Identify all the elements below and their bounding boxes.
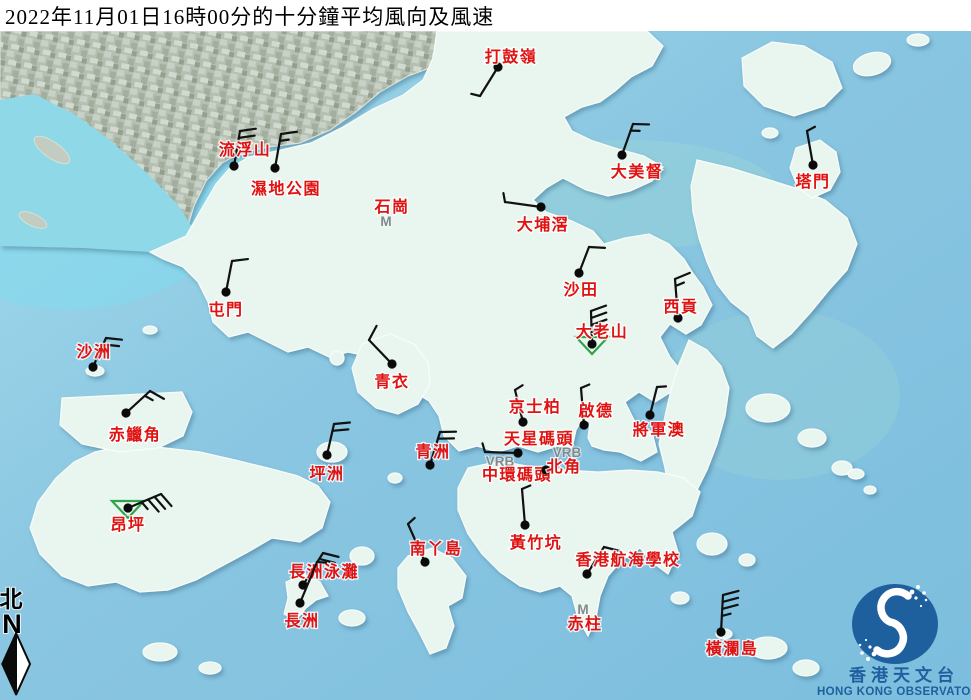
land-mirs-bay-island <box>907 34 929 46</box>
wind-map-screen: 打鼓嶺流浮山濕地公園M石崗大美督大埔滘塔門屯門沙洲赤鱲角青衣青洲坪洲昂坪京士柏啟… <box>0 0 971 700</box>
station-label: 石崗 <box>373 197 409 216</box>
station-dot <box>229 161 238 170</box>
station-label: 流浮山 <box>219 140 272 159</box>
station-label: 打鼓嶺 <box>485 47 538 66</box>
station-label: 沙洲 <box>76 343 111 361</box>
land-shek-kwu-chau <box>339 610 365 626</box>
map-title: 2022年11月01日16時00分的十分鐘平均風向及風速 <box>0 1 494 31</box>
wind-barb-feather <box>657 386 666 387</box>
station-dot <box>270 163 279 172</box>
station-label: 中環碼頭 <box>482 465 552 484</box>
station-label: 青洲 <box>415 442 450 461</box>
station-label: 香港航海學校 <box>574 550 680 569</box>
station-label: 啟德 <box>578 401 613 420</box>
hko-logo-name-en: HONG KONG OBSERVATORY <box>817 686 971 698</box>
wind-barb-feather <box>589 247 605 248</box>
station-label: 南丫島 <box>410 539 463 558</box>
station-label: 大埔滘 <box>517 215 570 234</box>
land-hei-ling-chau <box>350 547 374 565</box>
station-label: 塔門 <box>795 172 830 191</box>
station-label: 屯門 <box>208 300 243 319</box>
station-label: 黃竹坑 <box>509 533 563 552</box>
station-dot <box>518 417 527 426</box>
station-dot <box>536 202 545 211</box>
station-dot <box>645 410 654 419</box>
station-dot <box>221 287 230 296</box>
wind-barb-feather <box>280 140 289 141</box>
station-label: 赤鱲角 <box>109 425 162 444</box>
station-dot <box>387 359 396 368</box>
land-beaufort-island <box>671 592 689 604</box>
station-dot <box>579 420 588 429</box>
station-dot <box>425 460 434 469</box>
station-label: 坪洲 <box>309 465 344 483</box>
compass-north-letter: N <box>2 609 22 639</box>
station-label: 青衣 <box>374 372 409 391</box>
land-soko-island <box>199 662 221 674</box>
missing-data-label: M <box>380 214 391 229</box>
wind-barb-staff <box>485 452 518 453</box>
land-small-island <box>739 554 755 566</box>
station-label: 大美督 <box>611 162 664 181</box>
land-kau-sai-chau <box>746 394 790 422</box>
station-dot <box>513 448 522 457</box>
wind-barb-feather <box>332 429 348 430</box>
station-label: 西貢 <box>663 298 698 316</box>
station-dot <box>420 557 429 566</box>
land-po-toi-south <box>793 660 819 676</box>
land-jin-island <box>798 429 826 447</box>
station-label: 橫瀾島 <box>706 639 759 658</box>
station-dot <box>582 569 591 578</box>
land-kau-yi-chau <box>388 473 402 483</box>
station-dot <box>88 362 97 371</box>
station-label: 將軍澳 <box>633 420 686 439</box>
station-dot <box>520 520 529 529</box>
land-ninepin <box>864 486 876 494</box>
wind-barb-feather <box>334 423 350 424</box>
land-ma-wan <box>330 351 344 365</box>
land-soko-island <box>143 643 177 661</box>
missing-data-label: M <box>577 602 588 617</box>
title-bar: 2022年11月01日16時00分的十分鐘平均風向及風速 <box>0 0 971 31</box>
station-dot <box>322 450 331 459</box>
station-label: 濕地公園 <box>251 179 321 198</box>
variable-wind-label: VRB <box>553 445 582 460</box>
station-label: 昂坪 <box>110 516 145 534</box>
land-ninepin <box>848 469 864 479</box>
station-label: 北角 <box>546 457 581 476</box>
hong-kong-map: 打鼓嶺流浮山濕地公園M石崗大美督大埔滘塔門屯門沙洲赤鱲角青衣青洲坪洲昂坪京士柏啟… <box>0 0 971 700</box>
station-dot <box>716 627 725 636</box>
station-dot <box>123 503 132 512</box>
land-lung-kwu-chau <box>143 326 157 334</box>
station-dot <box>295 598 304 607</box>
station-dot <box>808 160 817 169</box>
wind-barb-feather <box>317 562 326 563</box>
hko-logo-name-cn: 香港天文台 <box>849 665 959 685</box>
land-tung-lung <box>697 533 727 555</box>
station-label: 沙田 <box>563 281 598 299</box>
station-dot <box>617 150 626 159</box>
station-label: 大老山 <box>576 322 629 341</box>
station-label: 京士柏 <box>509 397 562 416</box>
station-label: 長洲泳灘 <box>289 562 359 581</box>
station-label: 赤柱 <box>567 614 602 633</box>
land-grass-island <box>762 128 778 138</box>
station-dot <box>121 408 130 417</box>
station-dot <box>574 268 583 277</box>
land-peng-chau <box>317 442 347 462</box>
wind-barb-feather <box>503 193 505 202</box>
station-label: 長洲 <box>284 612 319 630</box>
